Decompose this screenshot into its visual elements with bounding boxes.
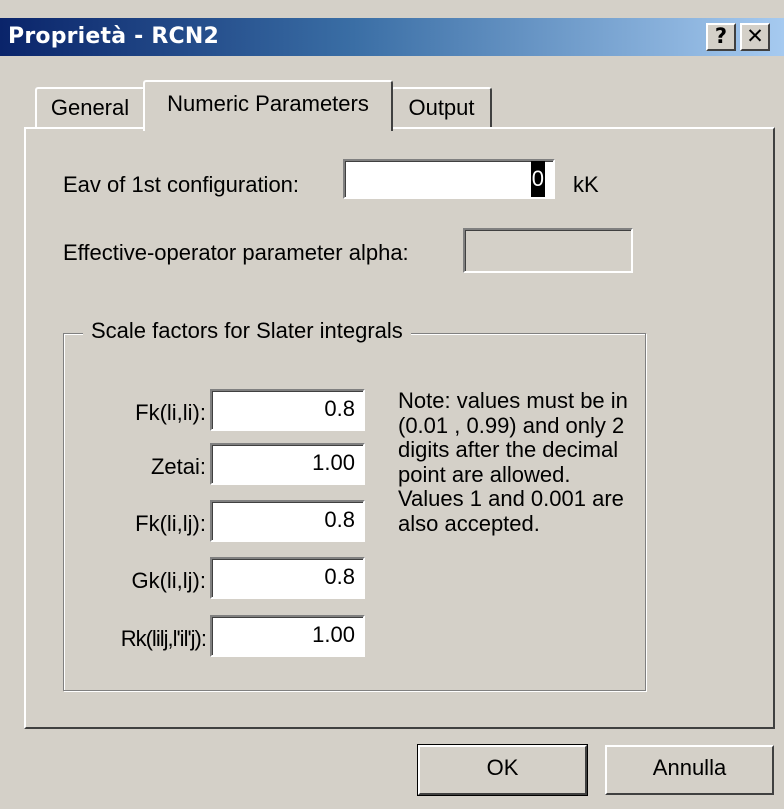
eav-label: Eav of 1st configuration: xyxy=(63,172,300,197)
properties-dialog: Proprietà - RCN2 ? ✕ General Numeric Par… xyxy=(0,0,784,809)
cancel-label: Annulla xyxy=(652,755,727,780)
fk-lili-value: 0.8 xyxy=(324,396,355,421)
help-button[interactable]: ? xyxy=(706,23,736,51)
eav-input[interactable]: 0 xyxy=(343,159,555,199)
eav-value: 0 xyxy=(530,161,545,197)
tab-label: General xyxy=(50,95,130,120)
rk-input[interactable]: 1.00 xyxy=(210,615,365,657)
title-bar[interactable]: Proprietà - RCN2 ? ✕ xyxy=(0,18,784,56)
groupbox-title: Scale factors for Slater integrals xyxy=(83,318,411,344)
tab-general[interactable]: General xyxy=(35,87,145,128)
close-icon: ✕ xyxy=(746,24,764,48)
cancel-button[interactable]: Annulla xyxy=(605,745,774,795)
scale-note: Note: values must be in (0.01 , 0.99) an… xyxy=(398,388,628,536)
tab-output[interactable]: Output xyxy=(391,87,492,128)
fk-lilj-input[interactable]: 0.8 xyxy=(210,500,365,542)
zetai-label: Zetai: xyxy=(150,454,206,479)
fk-lili-label: Fk(li,li): xyxy=(135,400,206,425)
fk-lili-input[interactable]: 0.8 xyxy=(210,389,365,431)
zetai-input[interactable]: 1.00 xyxy=(210,443,365,485)
alpha-label: Effective-operator parameter alpha: xyxy=(63,240,409,265)
rk-label: Rk(lilj,l'il'j): xyxy=(120,626,207,651)
eav-unit: kK xyxy=(573,172,599,197)
fk-lilj-label: Fk(li,lj): xyxy=(135,511,206,536)
tab-label: Output xyxy=(408,95,475,120)
fk-lilj-value: 0.8 xyxy=(324,507,355,532)
close-button[interactable]: ✕ xyxy=(740,23,770,51)
gk-lilj-input[interactable]: 0.8 xyxy=(210,557,365,599)
zetai-value: 1.00 xyxy=(312,450,355,475)
ok-button[interactable]: OK xyxy=(417,744,588,796)
help-icon: ? xyxy=(714,24,728,48)
alpha-input[interactable] xyxy=(463,228,633,273)
tab-numeric-parameters[interactable]: Numeric Parameters xyxy=(143,80,393,131)
window-title: Proprietà - RCN2 xyxy=(8,24,219,49)
tab-label: Numeric Parameters xyxy=(167,91,369,116)
gk-lilj-value: 0.8 xyxy=(324,564,355,589)
gk-lilj-label: Gk(li,lj): xyxy=(131,568,206,593)
rk-value: 1.00 xyxy=(312,622,355,647)
ok-label: OK xyxy=(486,755,519,780)
